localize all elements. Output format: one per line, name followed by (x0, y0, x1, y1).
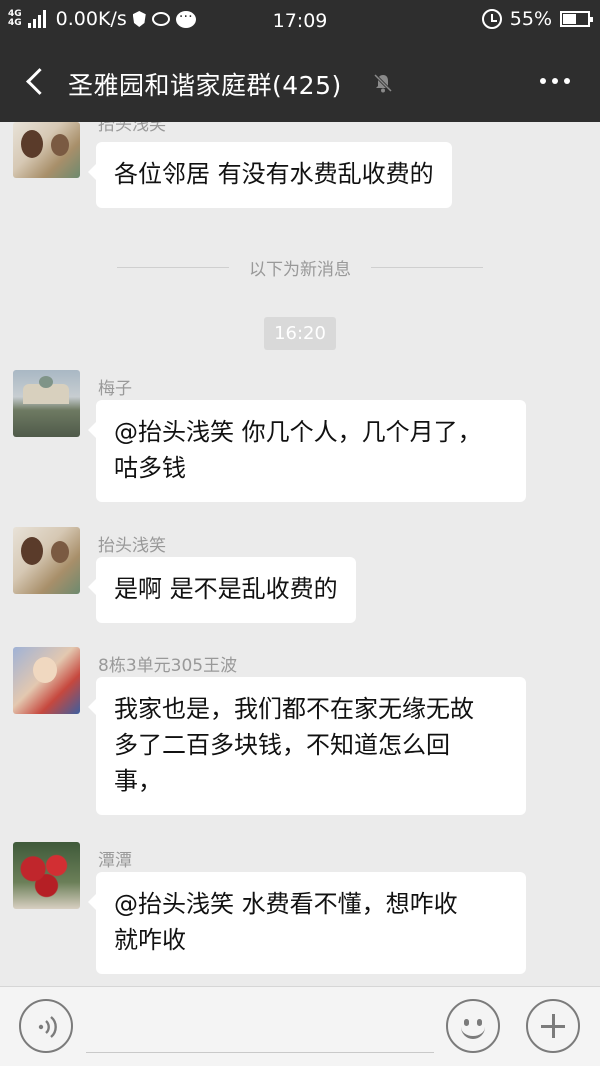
message-text-line: 我家也是，我们都不在家无缘无故 (114, 695, 474, 723)
battery-percent: 55% (509, 8, 552, 30)
message-text-line: 就咋收 (114, 926, 186, 954)
message-list[interactable]: 抬头浅笑 各位邻居 有没有水费乱收费的 以下为新消息 16:20 梅子 @抬头浅… (0, 122, 600, 986)
message-bubble[interactable]: @抬头浅笑 你几个人，几个月了， 咕多钱 (88, 400, 526, 502)
sender-name: 抬头浅笑 (98, 122, 166, 135)
message-text-line: @抬头浅笑 水费看不懂，想咋收 (114, 890, 458, 918)
avatar[interactable] (13, 842, 80, 909)
network-type-bottom: 4G (8, 18, 22, 28)
new-messages-divider: 以下为新消息 (0, 255, 600, 280)
sender-name: 潭潭 (98, 851, 132, 871)
message-text: 各位邻居 有没有水费乱收费的 (114, 160, 434, 188)
timestamp-label: 16:20 (264, 317, 336, 350)
avatar[interactable] (13, 370, 80, 437)
status-bar: 4G 4G 0.00K/s 17:09 55% (0, 0, 600, 42)
message-text-line: @抬头浅笑 你几个人，几个月了， (114, 418, 482, 446)
signal-icon (27, 10, 46, 28)
chat-title[interactable]: 圣雅园和谐家庭群(425) (68, 66, 342, 102)
status-left: 4G 4G 0.00K/s (8, 5, 196, 30)
shield-icon (132, 11, 146, 27)
sender-name: 8栋3单元305王波 (98, 656, 238, 676)
network-speed: 0.00K/s (55, 8, 127, 30)
back-arrow-icon[interactable] (20, 64, 56, 100)
alarm-icon (481, 9, 502, 29)
chat-header: 圣雅园和谐家庭群(425) (0, 42, 600, 122)
voice-icon[interactable] (19, 999, 73, 1053)
input-bar (0, 986, 600, 1066)
network-type: 4G 4G (8, 10, 22, 28)
weibo-icon (151, 12, 170, 26)
more-icon[interactable] (540, 78, 570, 84)
message-text-line: 多了二百多块钱，不知道怎么回 (114, 731, 450, 759)
avatar[interactable] (13, 647, 80, 714)
avatar[interactable] (13, 527, 80, 594)
message-bubble[interactable]: @抬头浅笑 水费看不懂，想咋收 就咋收 (88, 872, 526, 974)
message-bubble[interactable]: 是啊 是不是乱收费的 (88, 557, 356, 623)
message-text: 是啊 是不是乱收费的 (114, 575, 338, 603)
message-icon (175, 5, 196, 28)
divider-line-right (371, 267, 483, 268)
battery-icon (560, 11, 593, 27)
message-text-line: 咕多钱 (114, 454, 186, 482)
sender-name: 抬头浅笑 (98, 536, 166, 556)
message-bubble[interactable]: 我家也是，我们都不在家无缘无故 多了二百多块钱，不知道怎么回 事， (88, 677, 526, 815)
plus-icon[interactable] (526, 999, 580, 1053)
emoji-icon[interactable] (446, 999, 500, 1053)
message-text-line: 事， (114, 767, 162, 795)
message-input[interactable] (86, 1007, 434, 1053)
mute-bell-icon (373, 73, 393, 93)
avatar[interactable] (13, 122, 80, 178)
divider-text: 以下为新消息 (249, 260, 351, 280)
message-bubble[interactable]: 各位邻居 有没有水费乱收费的 (88, 142, 452, 208)
status-right: 55% (481, 8, 593, 30)
sender-name: 梅子 (98, 379, 132, 399)
